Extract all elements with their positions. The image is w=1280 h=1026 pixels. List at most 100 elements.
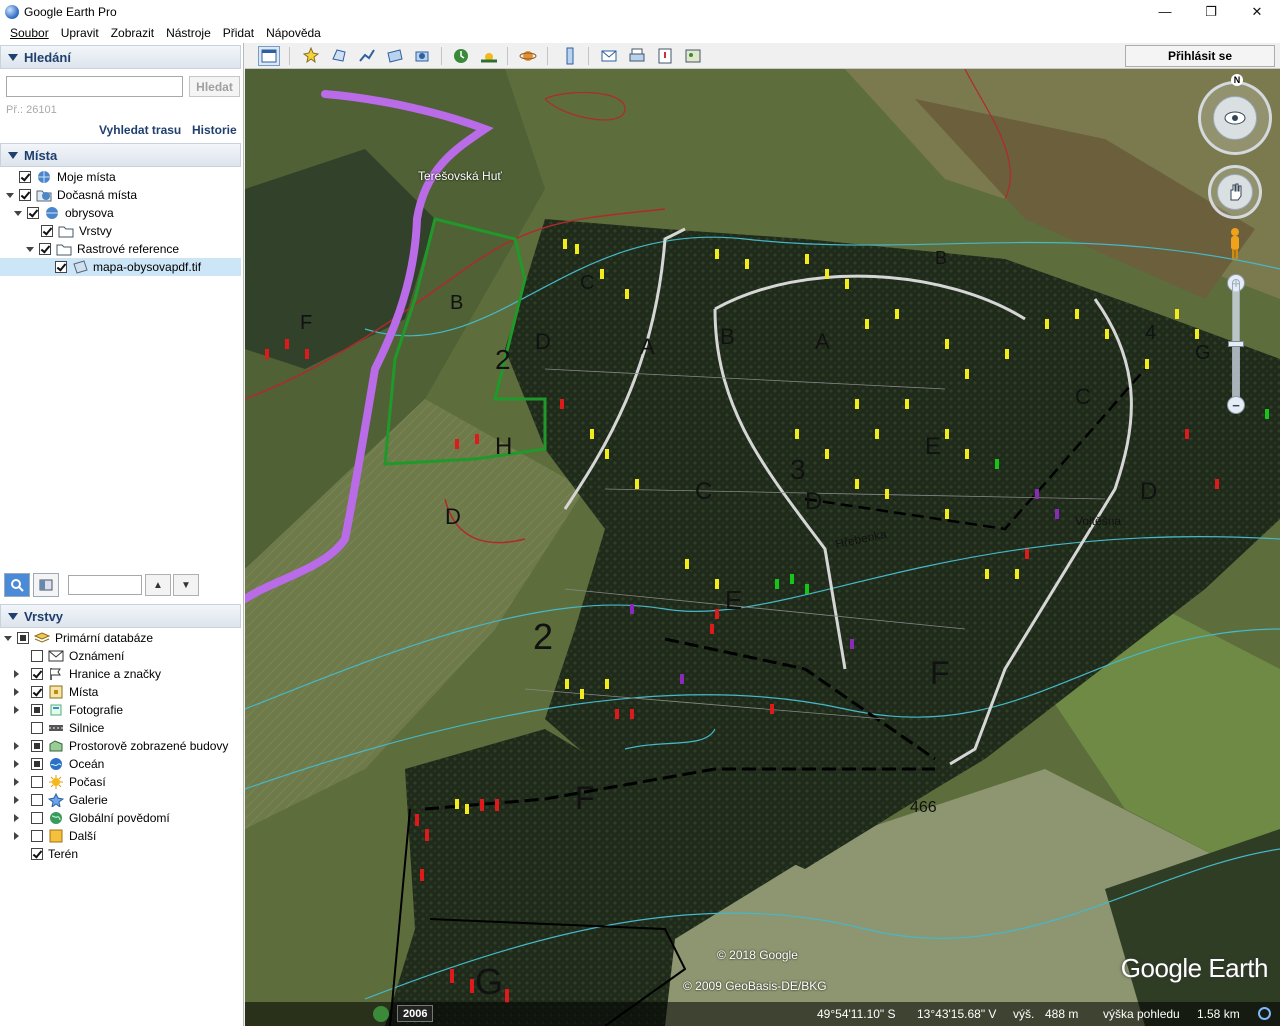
sign-in-button[interactable]: Přihlásit se (1125, 45, 1275, 67)
places-item-temporary[interactable]: Dočasná místa (6, 186, 137, 204)
add-image-overlay-button[interactable] (384, 46, 406, 66)
sunlight-button[interactable] (478, 46, 500, 66)
zoom-out-button[interactable]: − (1227, 396, 1245, 414)
menu-nastroje[interactable]: Nástroje (160, 26, 217, 40)
layer-weather[interactable]: Počasí (14, 773, 106, 791)
move-down-button[interactable]: ▼ (173, 574, 199, 596)
places-item-vrstvy[interactable]: Vrstvy (28, 222, 112, 240)
expand-icon[interactable] (12, 795, 21, 805)
checkbox[interactable] (31, 650, 43, 662)
expand-icon[interactable] (12, 687, 21, 697)
layer-gallery[interactable]: Galerie (14, 791, 108, 809)
layer-primary-db[interactable]: Primární databáze (4, 629, 153, 647)
maximize-button[interactable]: ❐ (1188, 0, 1234, 23)
checkbox[interactable] (31, 668, 43, 680)
collapse-icon (8, 612, 18, 620)
save-image-button[interactable] (654, 46, 676, 66)
expand-icon[interactable] (12, 669, 21, 679)
expand-icon[interactable] (6, 191, 15, 200)
historical-imagery-icon[interactable] (373, 1006, 389, 1022)
minimize-button[interactable]: — (1142, 0, 1188, 23)
checkbox[interactable] (19, 189, 31, 201)
zoom-slider-handle[interactable] (1228, 341, 1244, 347)
sidebar: Hledání Hledat Př.: 26101 Vyhledat trasu… (0, 43, 244, 1026)
expand-icon[interactable] (12, 759, 21, 769)
expand-icon[interactable] (12, 831, 21, 841)
checkbox[interactable] (27, 207, 39, 219)
expand-icon[interactable] (14, 209, 23, 218)
menu-zobrazit[interactable]: Zobrazit (105, 26, 160, 40)
places-section-header[interactable]: Místa (0, 143, 241, 167)
layers-section-header[interactable]: Vrstvy (0, 604, 241, 628)
menu-soubor[interactable]: Soubor (4, 26, 55, 40)
checkbox[interactable] (31, 722, 43, 734)
sidebar-toggle-button[interactable] (258, 46, 280, 66)
route-search-link[interactable]: Vyhledat trasu (99, 123, 181, 137)
expand-icon[interactable] (12, 813, 21, 823)
move-control[interactable] (1208, 165, 1262, 219)
layer-notifications[interactable]: Oznámení (18, 647, 124, 665)
switch-planet-button[interactable] (517, 46, 539, 66)
layer-more[interactable]: Další (14, 827, 96, 845)
checkbox[interactable] (31, 776, 43, 788)
map-view[interactable]: 2 2 3 F F G H E E D D D D C C C B B B A … (245, 69, 1280, 1026)
layer-places[interactable]: Místa (14, 683, 98, 701)
historical-imagery-button[interactable] (450, 46, 472, 66)
checkbox[interactable] (31, 740, 43, 752)
checkbox[interactable] (55, 261, 67, 273)
expand-icon[interactable] (12, 741, 21, 751)
layer-3d-buildings[interactable]: Prostorově zobrazené budovy (14, 737, 228, 755)
search-button[interactable]: Hledat (189, 76, 240, 97)
close-button[interactable]: ✕ (1234, 0, 1280, 23)
places-filter-input[interactable] (68, 575, 142, 595)
checkbox[interactable] (31, 794, 43, 806)
checkbox[interactable] (39, 243, 51, 255)
checkbox[interactable] (31, 704, 43, 716)
record-tour-button[interactable] (412, 46, 434, 66)
add-path-button[interactable] (356, 46, 378, 66)
place-label[interactable]: Terešovská Huť (418, 169, 502, 183)
expand-icon[interactable] (12, 777, 21, 787)
print-button[interactable] (626, 46, 648, 66)
layer-global-awareness[interactable]: Globální povědomí (14, 809, 170, 827)
expand-icon[interactable] (4, 634, 13, 643)
checkbox[interactable] (31, 686, 43, 698)
checkbox[interactable] (31, 848, 43, 860)
checkbox[interactable] (31, 830, 43, 842)
search-section-header[interactable]: Hledání (0, 45, 241, 69)
globe-folder-icon (44, 206, 60, 220)
imagery-year[interactable]: 2006 (397, 1005, 434, 1022)
menu-upravit[interactable]: Upravit (55, 26, 105, 40)
look-control[interactable]: N (1198, 74, 1272, 155)
places-item-my-places[interactable]: Moje místa (6, 168, 116, 186)
expand-icon[interactable] (26, 245, 35, 254)
add-placemark-button[interactable] (300, 46, 322, 66)
north-indicator[interactable]: N (1231, 74, 1243, 86)
places-item-raster-references[interactable]: Rastrové reference (26, 240, 179, 258)
expand-icon[interactable] (12, 705, 21, 715)
layer-photos[interactable]: Fotografie (14, 701, 123, 719)
street-view-pegman-icon[interactable] (1226, 227, 1244, 261)
layer-roads[interactable]: Silnice (18, 719, 104, 737)
checkbox[interactable] (31, 812, 43, 824)
layer-borders[interactable]: Hranice a značky (14, 665, 161, 683)
checkbox[interactable] (19, 171, 31, 183)
add-polygon-button[interactable] (328, 46, 350, 66)
checkbox[interactable] (31, 758, 43, 770)
email-button[interactable] (598, 46, 620, 66)
menu-napoveda[interactable]: Nápověda (260, 26, 327, 40)
menu-pridat[interactable]: Přidat (217, 26, 260, 40)
view-in-maps-button[interactable] (682, 46, 704, 66)
search-places-button[interactable] (4, 573, 30, 597)
checkbox[interactable] (41, 225, 53, 237)
layer-ocean[interactable]: Oceán (14, 755, 104, 773)
checkbox[interactable] (17, 632, 29, 644)
search-input[interactable] (6, 76, 183, 97)
ruler-button[interactable] (559, 46, 581, 66)
move-up-button[interactable]: ▲ (145, 574, 171, 596)
history-link[interactable]: Historie (192, 123, 237, 137)
places-item-map-overlay[interactable]: mapa-obysovapdf.tif (0, 258, 241, 276)
places-item-obrysova[interactable]: obrysova (14, 204, 114, 222)
layer-terrain[interactable]: Terén (18, 845, 78, 863)
toggle-panel-button[interactable] (33, 573, 59, 597)
